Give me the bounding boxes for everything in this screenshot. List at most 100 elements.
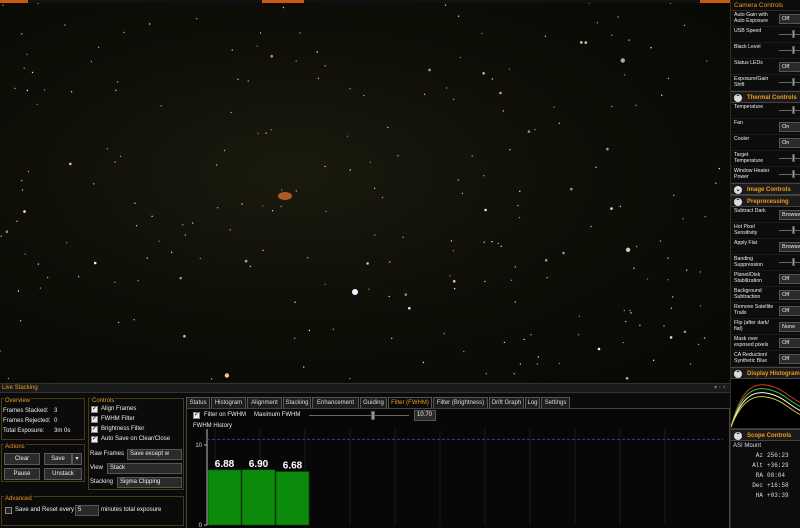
thermal-controls-header[interactable]: ⌃ Thermal Controls	[731, 91, 800, 103]
star	[106, 148, 109, 150]
tab-guiding[interactable]: Guiding	[360, 397, 387, 408]
control-slider[interactable]	[779, 158, 800, 159]
collapse-icon: ⌃	[734, 94, 742, 102]
live-stacking-titlebar[interactable]: Live Stacking ▾ ▫ ×	[0, 384, 730, 393]
unstack-button[interactable]: Unstack	[44, 468, 82, 480]
slider-handle[interactable]	[792, 106, 795, 114]
slider-handle[interactable]	[792, 46, 795, 54]
stacking-select[interactable]: Sigma Clipping	[117, 477, 182, 488]
control-label: Status LEDs	[734, 60, 763, 66]
save-button[interactable]: Save	[44, 453, 72, 465]
tab-enhancement[interactable]: Enhancement	[312, 397, 359, 408]
galaxy	[278, 192, 292, 200]
control-slider[interactable]	[779, 34, 800, 35]
control-toggle[interactable]: Off	[779, 354, 800, 364]
star	[537, 356, 539, 358]
tab-status[interactable]: Status	[186, 397, 210, 408]
tab-filter-brightness[interactable]: Filter (Brightness)	[433, 397, 488, 408]
browse-button[interactable]: Browse	[779, 210, 800, 220]
star	[170, 251, 173, 253]
control-row: Mask over exposed pixels Off	[731, 335, 800, 351]
star	[281, 189, 283, 191]
control-slider[interactable]	[779, 262, 800, 263]
star	[183, 334, 186, 338]
control-toggle[interactable]: Off	[779, 338, 800, 348]
scope-coordinate-key: HA	[755, 492, 763, 499]
control-toggle[interactable]: Off	[779, 290, 800, 300]
clear-button[interactable]: Clear	[4, 453, 40, 465]
slider-handle[interactable]	[792, 154, 795, 162]
save-reset-stepper[interactable]: 5	[75, 505, 99, 516]
star	[37, 3, 39, 5]
tab-drift-graph[interactable]: Drift Graph	[489, 397, 524, 408]
star	[23, 67, 25, 70]
tab-log[interactable]: Log	[525, 397, 540, 408]
save-dropdown-button[interactable]: ▾	[72, 453, 82, 465]
slider-handle[interactable]	[792, 258, 795, 266]
control-slider[interactable]	[779, 230, 800, 231]
control-slider[interactable]	[779, 110, 800, 111]
star	[483, 241, 485, 243]
display-histogram[interactable]	[731, 379, 800, 429]
view-select[interactable]: Stack	[107, 463, 182, 474]
tab-stacking[interactable]: Stacking	[283, 397, 311, 408]
scope-coordinate: Alt +36:29	[731, 461, 800, 471]
tab-settings[interactable]: Settings	[541, 397, 570, 408]
star	[514, 266, 517, 268]
control-toggle[interactable]: Off	[779, 274, 800, 284]
sky-image-viewport[interactable]	[0, 3, 730, 383]
star	[17, 290, 20, 292]
control-label: Subtract Dark	[734, 208, 766, 214]
control-label: Auto Gain with Auto Exposure	[734, 12, 769, 24]
scope-coordinate-value: +36:29	[767, 462, 789, 469]
star	[349, 169, 351, 171]
star	[523, 338, 525, 341]
browse-button[interactable]: Browse	[779, 242, 800, 252]
controls-checkbox[interactable]: ✓	[91, 416, 98, 423]
star	[661, 94, 663, 97]
control-toggle[interactable]: Off	[779, 306, 800, 316]
control-toggle[interactable]: Off	[779, 14, 800, 24]
slider-handle[interactable]	[792, 30, 795, 38]
control-slider[interactable]	[779, 174, 800, 175]
star	[69, 162, 72, 166]
save-reset-checkbox[interactable]	[5, 507, 12, 514]
control-slider[interactable]	[779, 82, 800, 83]
control-toggle[interactable]: On	[779, 138, 800, 148]
scope-controls-header[interactable]: ⌃ Scope Controls	[731, 429, 800, 441]
controls-title: Controls	[91, 398, 116, 405]
raw-frames-select[interactable]: Save except w	[127, 449, 182, 460]
star	[332, 328, 334, 330]
tab-filter-fwhm[interactable]: Filter (FWHM)	[388, 397, 432, 408]
control-toggle[interactable]: On	[779, 122, 800, 132]
star	[570, 187, 573, 191]
control-row: USB Speed	[731, 27, 800, 43]
tab-alignment[interactable]: Alignment	[247, 397, 282, 408]
star	[316, 51, 318, 53]
preprocessing-header[interactable]: ⌃ Preprocessing	[731, 195, 800, 207]
slider-handle[interactable]	[792, 226, 795, 234]
star	[423, 93, 426, 96]
display-histogram-header[interactable]: ⌃ Display Histogram	[731, 367, 800, 379]
tab-histogram[interactable]: Histogram	[211, 397, 246, 408]
slider-handle[interactable]	[792, 78, 795, 86]
star	[387, 126, 389, 129]
star	[558, 362, 561, 365]
star	[259, 32, 262, 34]
raw-frames-label: Raw Frames	[90, 451, 125, 457]
control-toggle[interactable]: None	[779, 322, 800, 332]
pause-button[interactable]: Pause	[4, 468, 40, 480]
controls-checkbox[interactable]: ✓	[91, 426, 98, 433]
star	[373, 187, 376, 190]
window-buttons[interactable]: ▾ ▫ ×	[714, 384, 726, 393]
control-toggle[interactable]: Off	[779, 62, 800, 72]
image-controls-header[interactable]: ⌄ Image Controls	[731, 183, 800, 195]
histogram-curves	[731, 384, 800, 428]
slider-handle[interactable]	[792, 170, 795, 178]
controls-checkbox[interactable]: ✓	[91, 406, 98, 413]
star	[704, 216, 706, 218]
star	[672, 296, 674, 298]
preprocessing-list: Subtract Dark Browse Hot Pixel Sensitivity…	[731, 207, 800, 367]
control-slider[interactable]	[779, 50, 800, 51]
controls-checkbox[interactable]: ✓	[91, 436, 98, 443]
